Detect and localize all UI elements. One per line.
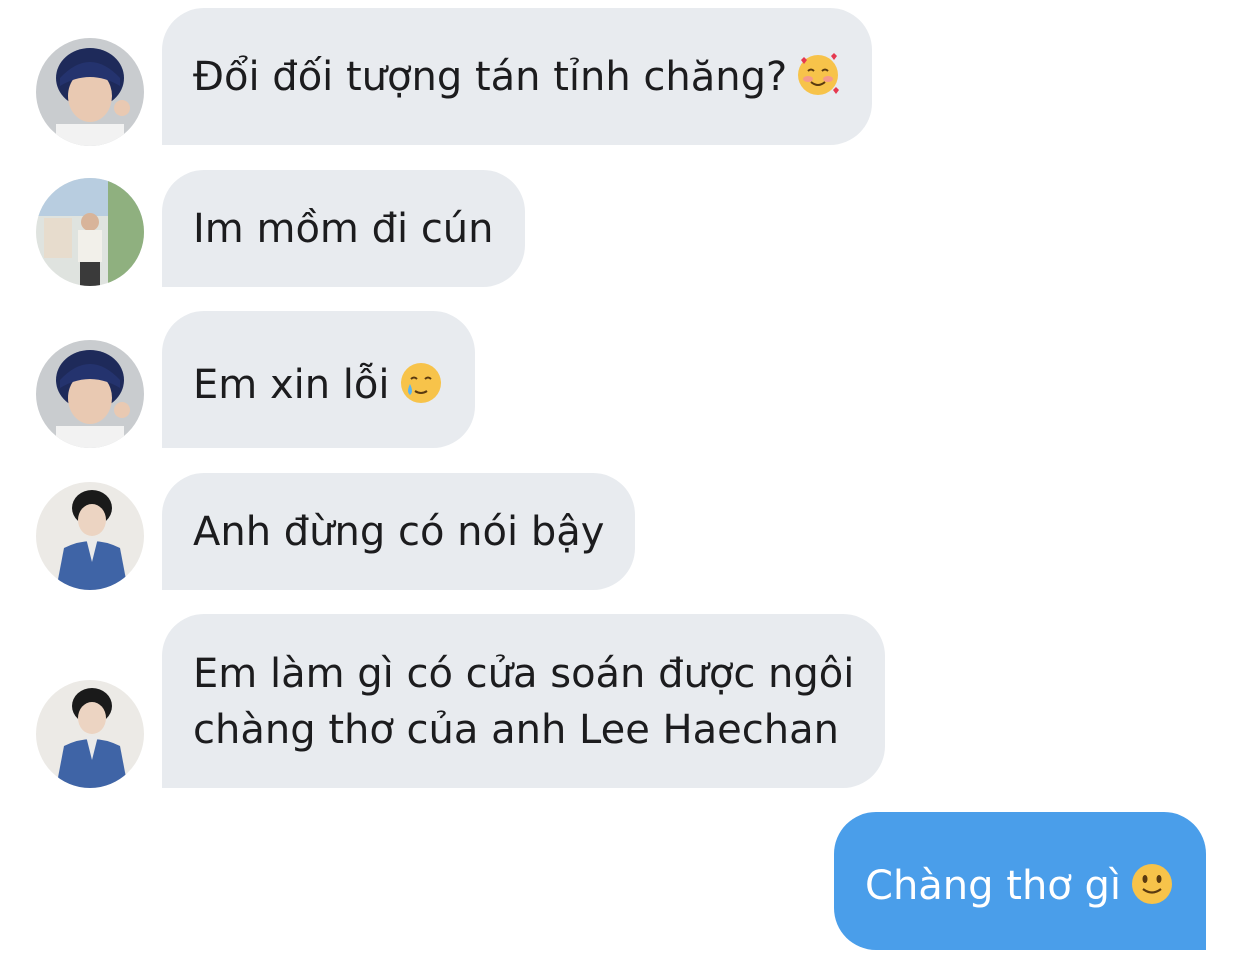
- avatar-blue-hair[interactable]: [36, 38, 144, 146]
- message-text: Đổi đối tượng tán tỉnh chăng?: [193, 54, 788, 100]
- message-bubble-outgoing[interactable]: Chàng thơ gì: [834, 812, 1206, 950]
- smiling-face-with-hearts-icon: [795, 52, 841, 98]
- avatar-denim-jacket[interactable]: [36, 482, 144, 590]
- message-bubble-incoming[interactable]: Anh đừng có nói bậy: [162, 473, 636, 590]
- message-text-line: Em làm gì có cửa soán được ngôi: [193, 651, 855, 697]
- message-text: Em xin lỗi: [193, 362, 390, 408]
- slightly-smiling-face-icon: [1129, 861, 1175, 907]
- smiling-face-with-tear-icon: [398, 360, 444, 406]
- message-bubble-incoming[interactable]: Im mồm đi cún: [162, 170, 525, 287]
- message-text: Chàng thơ gì: [865, 863, 1121, 909]
- message-text: Anh đừng có nói bậy: [193, 509, 605, 555]
- message-text: Im mồm đi cún: [193, 206, 494, 252]
- message-bubble-incoming[interactable]: Đổi đối tượng tán tỉnh chăng?: [162, 8, 873, 145]
- message-text-line: chàng thơ của anh Lee Haechan: [193, 707, 839, 753]
- message-bubble-incoming[interactable]: Em làm gì có cửa soán được ngôi chàng th…: [162, 614, 886, 788]
- message-bubble-incoming[interactable]: Em xin lỗi: [162, 311, 475, 448]
- avatar-denim-jacket[interactable]: [36, 680, 144, 788]
- avatar-blue-hair[interactable]: [36, 340, 144, 448]
- avatar-office-photo[interactable]: [36, 178, 144, 286]
